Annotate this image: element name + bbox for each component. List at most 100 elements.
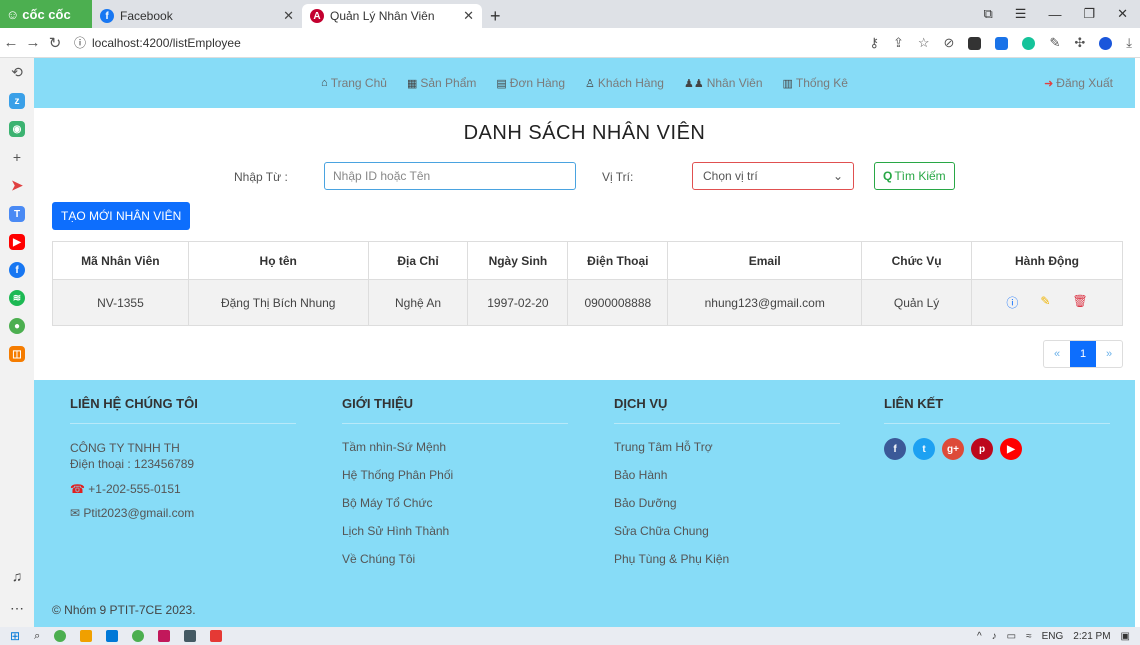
bell-icon[interactable]: ♫ <box>12 568 23 584</box>
trash-icon[interactable]: 🗑 <box>1072 294 1087 311</box>
history-icon[interactable]: ⟲ <box>11 64 23 81</box>
add-icon[interactable]: + <box>13 149 21 165</box>
nav-orders[interactable]: ▤ Đơn Hàng <box>496 76 565 90</box>
footer-link[interactable]: Bảo Hành <box>614 468 840 482</box>
forward-icon[interactable]: → <box>22 34 44 51</box>
coccoc-brand[interactable]: ☺ cốc cốc <box>0 0 92 28</box>
notification-icon[interactable]: ▣ <box>1121 631 1130 642</box>
nav-statistics[interactable]: ▥ Thống Kê <box>783 76 848 90</box>
arrow-ext-icon[interactable]: ➤ <box>11 177 23 194</box>
col-header: Email <box>667 241 863 280</box>
page-title: DANH SÁCH NHÂN VIÊN <box>463 122 706 144</box>
tab-facebook[interactable]: f Facebook ✕ <box>92 4 302 28</box>
youtube-icon[interactable]: ▶ <box>9 234 25 250</box>
footer-link[interactable]: Bảo Dưỡng <box>614 496 840 510</box>
search-icon[interactable]: ⌕ <box>34 630 40 643</box>
zalo-icon[interactable]: z <box>9 93 25 109</box>
download-ext-icon[interactable] <box>968 36 982 50</box>
spotify-icon[interactable]: ≋ <box>9 290 25 306</box>
coccoc-logo-icon: ☺ <box>6 6 20 22</box>
company-phone: Điện thoại : 123456789 <box>70 457 195 471</box>
reload-icon[interactable]: ↻ <box>44 34 66 52</box>
explorer-icon[interactable] <box>80 630 93 642</box>
nav-label: Thống Kê <box>795 76 848 90</box>
wifi-icon[interactable]: ≈ <box>1026 631 1032 642</box>
pagination: « 1 » <box>1043 340 1123 368</box>
pinterest-icon[interactable]: p <box>971 438 993 460</box>
messenger-icon[interactable]: f <box>9 262 25 278</box>
coccoc-game-icon[interactable]: ● <box>9 318 25 334</box>
volume-icon[interactable]: ♪ <box>992 631 997 642</box>
info-icon[interactable]: ⓘ <box>74 34 86 51</box>
footer-link[interactable]: Sửa Chữa Chung <box>614 524 840 538</box>
star-icon[interactable]: ☆ <box>918 35 930 51</box>
key-icon[interactable]: ⚷ <box>869 35 879 51</box>
app2-icon[interactable] <box>184 630 197 642</box>
app-icon[interactable] <box>158 630 171 642</box>
search-input[interactable]: Nhập ID hoặc Tên <box>324 162 576 190</box>
nav-home[interactable]: ⌂ Trang Chủ <box>321 76 387 90</box>
window-controls: ⧉ ☰ — ❐ ✕ <box>983 0 1140 28</box>
clock[interactable]: 2:21 PM <box>1073 631 1110 642</box>
coccoc-taskbar-icon[interactable] <box>132 630 145 642</box>
screenshot-icon[interactable]: ⧉ <box>983 6 992 22</box>
logout-link[interactable]: ➜ Đăng Xuất <box>1044 76 1113 90</box>
battery-icon[interactable]: ▭ <box>1007 631 1016 642</box>
tab-employee[interactable]: A Quản Lý Nhân Viên ✕ <box>302 4 482 28</box>
twitter-icon[interactable]: t <box>913 438 935 460</box>
translate-icon[interactable]: T <box>9 206 25 222</box>
cell-phone: 0900008888 <box>567 279 669 326</box>
footer-link[interactable]: Tầm nhìn-Sứ Mệnh <box>342 440 568 454</box>
search-icon: Q <box>883 169 893 183</box>
back-icon[interactable]: ← <box>0 34 22 51</box>
create-employee-button[interactable]: TẠO MỚI NHÂN VIÊN <box>52 202 191 230</box>
search-button[interactable]: Q Tìm Kiếm <box>874 162 955 190</box>
puzzle-icon[interactable]: ✣ <box>1074 35 1085 51</box>
pagination-page[interactable]: 1 <box>1070 341 1096 367</box>
close-tab-icon[interactable]: ✕ <box>283 8 294 24</box>
nav-products[interactable]: ▦ Sản Phẩm <box>407 76 476 90</box>
footer-link[interactable]: Phụ Tùng & Phụ Kiện <box>614 552 840 566</box>
browser-sidebar: ⟲ z ◉ + ➤ T ▶ f ≋ ● ◫ ♫ ⋯ <box>0 58 34 627</box>
browser-taskbar-icon[interactable] <box>54 630 67 642</box>
google-plus-icon[interactable]: g+ <box>942 438 964 460</box>
share-icon[interactable]: ⇪ <box>893 35 904 51</box>
chevron-up-icon[interactable]: ^ <box>977 631 982 642</box>
game-icon[interactable]: ◉ <box>9 121 25 137</box>
footer-link[interactable]: Lịch Sử Hình Thành <box>342 524 568 538</box>
close-window-icon[interactable]: ✕ <box>1117 6 1128 22</box>
pagination-next[interactable]: » <box>1096 341 1122 367</box>
wps-icon[interactable] <box>210 630 223 642</box>
facebook-icon[interactable]: f <box>884 438 906 460</box>
ext-blue-icon[interactable] <box>995 36 1009 50</box>
shield-icon[interactable]: ⊘ <box>944 35 955 51</box>
nav-employees[interactable]: ♟♟ Nhân Viên <box>684 76 763 90</box>
pen-icon[interactable]: ✎ <box>1049 35 1060 51</box>
minimize-icon[interactable]: — <box>1048 7 1061 22</box>
grammarly-icon[interactable] <box>1022 36 1036 50</box>
restore-icon[interactable]: ❐ <box>1083 6 1095 22</box>
wrench-icon[interactable]: ✎ <box>1040 294 1050 311</box>
youtube-icon[interactable]: ▶ <box>1000 438 1022 460</box>
tab-list-icon[interactable]: ☰ <box>1015 6 1027 22</box>
footer-link[interactable]: Về Chúng Tôi <box>342 552 568 566</box>
shop-icon[interactable]: ◫ <box>9 346 25 362</box>
pagination-prev[interactable]: « <box>1044 341 1070 367</box>
nav-customers[interactable]: ♙ Khách Hàng <box>585 76 664 90</box>
profile-avatar[interactable] <box>1099 36 1113 50</box>
footer-link[interactable]: Hệ Thống Phân Phối <box>342 468 568 482</box>
download-icon[interactable]: ⤓ <box>1126 35 1132 51</box>
footer-company: CÔNG TY TNHH TH Điện thoại : 123456789 <box>70 440 296 472</box>
language-indicator[interactable]: ENG <box>1042 631 1064 642</box>
close-tab-icon[interactable]: ✕ <box>463 8 474 24</box>
position-select[interactable]: Chọn vị trí ⌄ <box>692 162 854 190</box>
more-icon[interactable]: ⋯ <box>10 600 24 617</box>
footer-link[interactable]: Bộ Máy Tổ Chức <box>342 496 568 510</box>
new-tab-button[interactable]: + <box>482 4 509 28</box>
footer-link[interactable]: Trung Tâm Hỗ Trợ <box>614 440 840 454</box>
url-field[interactable]: ⓘ localhost:4200/listEmployee <box>74 34 241 51</box>
windows-start-icon[interactable]: ⊞ <box>10 629 20 643</box>
info-icon[interactable]: ⓘ <box>1006 294 1018 311</box>
footer-email[interactable]: ✉ Ptit2023@gmail.com <box>70 506 296 520</box>
vscode-icon[interactable] <box>106 630 119 642</box>
